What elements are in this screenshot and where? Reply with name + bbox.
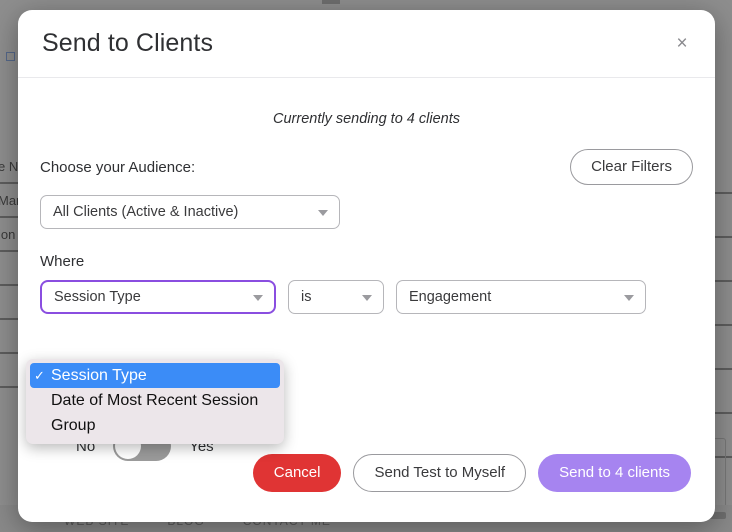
- send-to-clients-dialog: Send to Clients × Currently sending to 4…: [18, 10, 715, 522]
- chevron-down-icon: [624, 295, 634, 301]
- audience-select[interactable]: All Clients (Active & Inactive): [40, 195, 340, 229]
- audience-select-value: All Clients (Active & Inactive): [53, 204, 239, 220]
- send-button[interactable]: Send to 4 clients: [538, 454, 691, 492]
- filter-operator-select[interactable]: is: [288, 280, 384, 314]
- dropdown-option-session-type[interactable]: ✓ Session Type: [30, 363, 280, 388]
- dropdown-option-label: Date of Most Recent Session: [51, 391, 259, 409]
- dropdown-option-group[interactable]: Group: [26, 413, 284, 438]
- filter-operator-value: is: [301, 289, 312, 305]
- filter-field-select[interactable]: Session Type: [40, 280, 276, 314]
- send-test-button[interactable]: Send Test to Myself: [353, 454, 527, 492]
- background-top-tick: [322, 0, 340, 4]
- audience-row: Choose your Audience: Clear Filters: [40, 149, 693, 185]
- screen: e N Mar ion er ++ WEB SITE BLOG CONTACT …: [0, 0, 732, 532]
- filter-value-value: Engagement: [409, 289, 492, 305]
- dropdown-option-date-of-most-recent-session[interactable]: Date of Most Recent Session: [26, 388, 284, 413]
- dialog-footer: Cancel Send Test to Myself Send to 4 cli…: [18, 454, 715, 492]
- filter-value-select[interactable]: Engagement: [396, 280, 646, 314]
- dropdown-option-label: Session Type: [51, 366, 147, 384]
- audience-label: Choose your Audience:: [40, 158, 196, 176]
- dropdown-option-label: Group: [51, 416, 96, 434]
- page-title: Send to Clients: [42, 29, 214, 57]
- chevron-down-icon: [253, 295, 263, 301]
- filter-field-dropdown-menu[interactable]: ✓ Session Type Date of Most Recent Sessi…: [26, 359, 284, 444]
- dialog-header: Send to Clients ×: [18, 10, 715, 78]
- check-icon: ✓: [34, 367, 45, 383]
- sending-status-text: Currently sending to 4 clients: [273, 111, 460, 127]
- dialog-body: Currently sending to 4 clients Choose yo…: [18, 111, 715, 461]
- filter-field-value: Session Type: [54, 289, 141, 305]
- cancel-button[interactable]: Cancel: [252, 454, 342, 492]
- filter-row: Session Type is Engagement: [40, 280, 693, 314]
- clear-filters-button[interactable]: Clear Filters: [570, 149, 693, 185]
- chevron-down-icon: [362, 295, 372, 301]
- where-label: Where: [40, 253, 85, 270]
- chevron-down-icon: [318, 210, 328, 216]
- close-icon[interactable]: ×: [669, 31, 695, 57]
- background-checkbox-icon: [6, 52, 15, 61]
